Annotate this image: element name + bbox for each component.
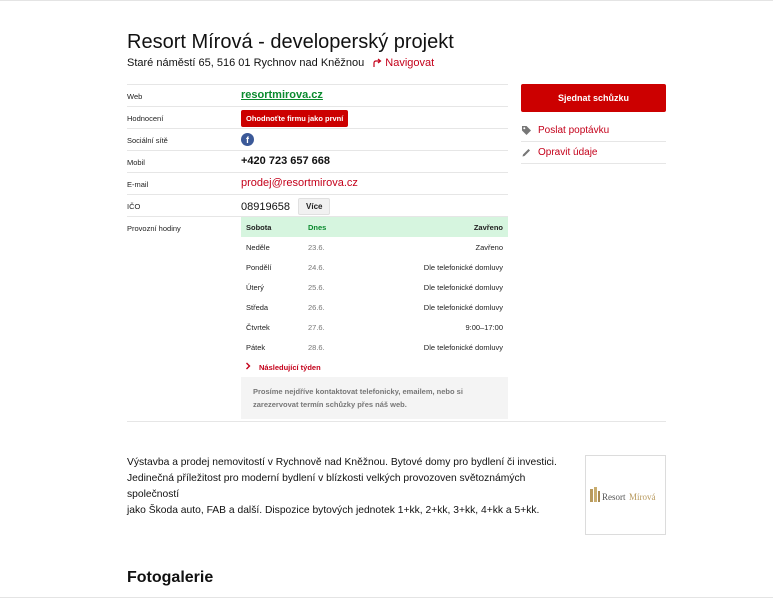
hours-row: Sobota Dnes Zavřeno [241, 217, 508, 237]
logo-text-resort: Resort [602, 492, 626, 502]
hours-state: Dle telefonické domluvy [423, 343, 503, 352]
mobile-label: Mobil [127, 158, 145, 167]
info-row-hours: Provozní hodiny Sobota Dnes Zavřeno Nedě… [127, 216, 508, 419]
resort-logo-graphic: Resort Mírová [589, 487, 656, 502]
info-row-web: Web resortmirova.cz [127, 84, 508, 106]
next-week-label: Následující týden [259, 363, 321, 372]
schedule-meeting-button[interactable]: Sjednat schůzku [521, 84, 666, 112]
edit-details-link[interactable]: Opravit údaje [521, 142, 666, 164]
description-line: Jedinečná příležitost pro moderní bydlen… [127, 473, 526, 500]
section-divider [127, 421, 666, 422]
next-week-link[interactable]: Následující týden [241, 357, 508, 377]
logo-text-mirova: Mírová [629, 492, 656, 502]
info-row-ico: IČO 08919658 Více [127, 194, 508, 216]
email-link[interactable]: prodej@resortmirova.cz [241, 177, 358, 189]
social-label: Sociální sítě [127, 136, 168, 145]
navigate-link[interactable]: Navigovat [372, 57, 434, 69]
web-label: Web [127, 92, 143, 101]
description-line: jako Škoda auto, FAB a další. Dispozice … [127, 505, 540, 516]
hours-state: Zavřeno [475, 243, 503, 252]
hours-row: Úterý 25.6. Dle telefonické domluvy [241, 277, 508, 297]
hours-row: Pondělí 24.6. Dle telefonické domluvy [241, 257, 508, 277]
hours-state: Dle telefonické domluvy [423, 283, 503, 292]
social-value-cell: f [241, 133, 254, 146]
ico-value-cell: 08919658 Více [241, 198, 331, 216]
hours-day: Pátek [246, 343, 266, 352]
hours-state: Dle telefonické domluvy [423, 303, 503, 312]
ico-value: 08919658 [241, 201, 290, 213]
rating-label: Hodnocení [127, 114, 164, 123]
web-link[interactable]: resortmirova.cz [241, 89, 323, 101]
hours-row: Neděle 23.6. Zavřeno [241, 237, 508, 257]
web-value-cell: resortmirova.cz [241, 89, 323, 101]
gallery-heading: Fotogalerie [127, 569, 214, 586]
rating-value-cell: Ohodnoťte firmu jako první [241, 110, 349, 128]
action-sidebar: Sjednat schůzku Poslat poptávku Opravit … [521, 84, 666, 164]
hours-date: Dnes [308, 223, 327, 232]
hours-state: Dle telefonické domluvy [423, 263, 503, 272]
edit-details-label: Opravit údaje [538, 147, 598, 158]
hours-date: 28.6. [308, 343, 325, 352]
info-row-social: Sociální sítě f [127, 128, 508, 150]
hours-state: 9:00–17:00 [465, 323, 503, 332]
company-logo[interactable]: Resort Mírová [585, 455, 666, 535]
hours-day: Úterý [246, 283, 264, 292]
hours-row: Středa 26.6. Dle telefonické domluvy [241, 297, 508, 317]
info-table: Web resortmirova.cz Hodnocení Ohodnoťte … [127, 84, 508, 419]
hours-date: 23.6. [308, 243, 325, 252]
navigate-label: Navigovat [385, 57, 435, 69]
more-button[interactable]: Více [298, 198, 331, 215]
send-inquiry-link[interactable]: Poslat poptávku [521, 120, 666, 142]
hours-day: Pondělí [246, 263, 272, 272]
hours-row: Čtvrtek 27.6. 9:00–17:00 [241, 317, 508, 337]
mobile-value[interactable]: +420 723 657 668 [241, 155, 330, 167]
address-row: Staré náměstí 65, 516 01 Rychnov nad Kně… [127, 57, 434, 69]
hours-state: Zavřeno [473, 223, 503, 232]
rate-company-button[interactable]: Ohodnoťte firmu jako první [241, 110, 349, 127]
info-row-mobile: Mobil +420 723 657 668 [127, 150, 508, 172]
ico-label: IČO [127, 202, 141, 211]
hours-row: Pátek 28.6. Dle telefonické domluvy [241, 337, 508, 357]
hours-table: Sobota Dnes Zavřeno Neděle 23.6. Zavřeno… [241, 217, 508, 419]
pencil-icon [522, 149, 530, 157]
info-row-rating: Hodnocení Ohodnoťte firmu jako první [127, 106, 508, 128]
hours-note-line: zarezervovat termín schůzky přes náš web… [253, 400, 407, 409]
facebook-icon[interactable]: f [241, 133, 254, 146]
description-line: Výstavba a prodej nemovitostí v Rychnově… [127, 457, 557, 468]
email-label: E-mail [127, 180, 149, 189]
hours-note-line: Prosíme nejdříve kontaktovat telefonicky… [253, 387, 463, 396]
hours-day: Sobota [246, 223, 272, 232]
hours-day: Neděle [246, 243, 270, 252]
hours-label: Provozní hodiny [127, 224, 181, 233]
hours-date: 25.6. [308, 283, 325, 292]
send-inquiry-label: Poslat poptávku [538, 125, 610, 136]
company-description: Výstavba a prodej nemovitostí v Rychnově… [127, 455, 567, 519]
hours-date: 26.6. [308, 303, 325, 312]
hours-date: 27.6. [308, 323, 325, 332]
chevron-right-icon [244, 362, 252, 372]
hours-note: Prosíme nejdříve kontaktovat telefonicky… [241, 377, 508, 419]
page-title: Resort Mírová - developerský projekt [127, 31, 454, 53]
hours-day: Středa [246, 303, 269, 312]
tag-icon [522, 126, 531, 135]
hours-day: Čtvrtek [246, 323, 270, 332]
address-text: Staré náměstí 65, 516 01 Rychnov nad Kně… [127, 57, 365, 69]
hours-date: 24.6. [308, 263, 325, 272]
company-detail: Resort Mírová - developerský projekt Sta… [127, 0, 667, 600]
info-row-email: E-mail prodej@resortmirova.cz [127, 172, 508, 194]
navigate-icon [373, 58, 382, 67]
